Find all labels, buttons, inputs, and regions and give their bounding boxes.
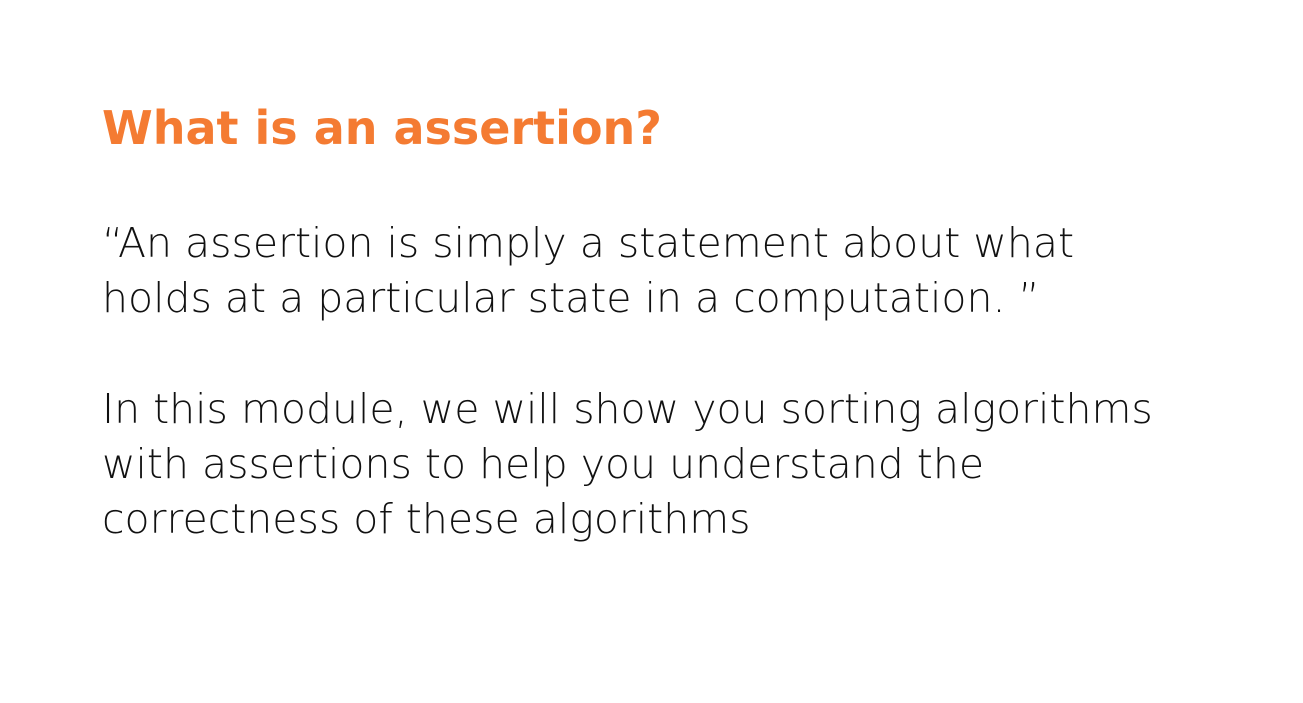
quote-line-2: holds at a particular state in a computa… — [102, 274, 1040, 322]
assertion-quote: “An assertion is simply a statement abou… — [102, 216, 1242, 326]
slide-title: What is an assertion? — [102, 101, 662, 155]
module-description: In this module, we will show you sorting… — [102, 382, 1242, 547]
module-line-2: with assertions to help you understand t… — [102, 440, 985, 488]
module-line-1: In this module, we will show you sorting… — [102, 385, 1153, 433]
slide: What is an assertion? “An assertion is s… — [0, 0, 1303, 703]
quote-line-1: “An assertion is simply a statement abou… — [102, 219, 1075, 267]
module-line-3: correctness of these algorithms — [102, 495, 751, 543]
